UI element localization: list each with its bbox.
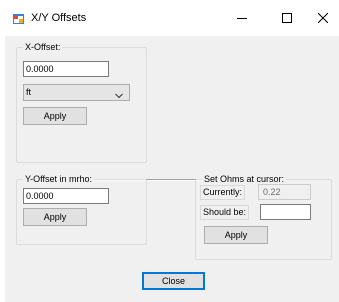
- window-title: X/Y Offsets: [31, 12, 87, 24]
- minimize-button[interactable]: [226, 6, 258, 30]
- maximize-button[interactable]: [271, 6, 303, 30]
- set-ohms-group: Set Ohms at cursor: Currently: 0.22 Shou…: [195, 173, 332, 260]
- should-be-input[interactable]: [260, 204, 311, 220]
- dialog-window: X/Y Offsets X-Offset: 0.0000 ft Apply Y-…: [0, 0, 339, 302]
- app-window-icon: [13, 13, 25, 25]
- close-window-button[interactable]: [307, 6, 339, 30]
- y-offset-input[interactable]: 0.0000: [23, 188, 109, 204]
- y-offset-group: Y-Offset in mrho: 0.0000 Apply: [16, 173, 147, 245]
- currently-label: Currently:: [200, 185, 246, 200]
- x-offset-input[interactable]: 0.0000: [23, 61, 109, 77]
- should-be-label: Should be:: [200, 205, 250, 220]
- y-offset-apply-button[interactable]: Apply: [23, 208, 87, 226]
- x-offset-unit-value: ft: [26, 87, 32, 97]
- x-offset-apply-button[interactable]: Apply: [23, 107, 87, 125]
- y-offset-label: Y-Offset in mrho:: [23, 173, 95, 185]
- close-icon: [318, 13, 328, 23]
- currently-value-field: 0.22: [258, 184, 311, 200]
- set-ohms-apply-button[interactable]: Apply: [204, 226, 268, 244]
- title-bar[interactable]: X/Y Offsets: [0, 0, 339, 36]
- x-offset-group: X-Offset: 0.0000 ft Apply: [16, 41, 147, 163]
- close-button[interactable]: Close: [142, 272, 205, 290]
- dialog-body: X-Offset: 0.0000 ft Apply Y-Offset in mr…: [5, 36, 339, 302]
- x-offset-label: X-Offset:: [23, 41, 63, 53]
- maximize-icon: [282, 13, 292, 23]
- x-offset-unit-select[interactable]: ft: [23, 84, 130, 101]
- chevron-down-icon: [115, 89, 123, 104]
- minimize-icon: [237, 13, 247, 23]
